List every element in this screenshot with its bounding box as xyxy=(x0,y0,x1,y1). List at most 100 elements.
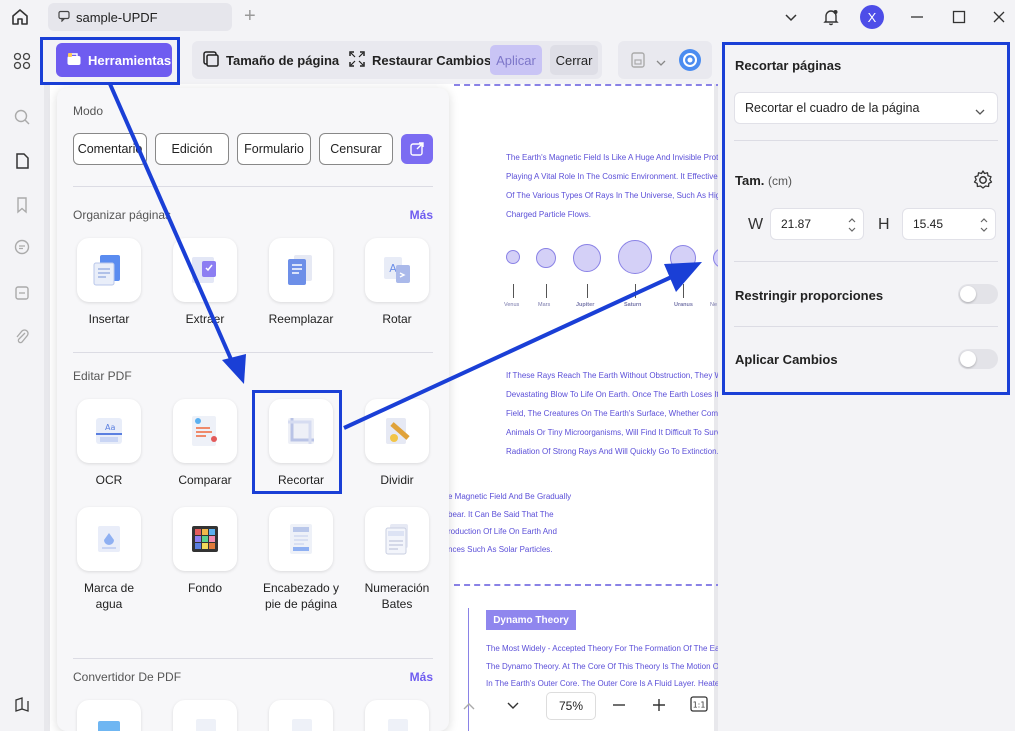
bookmark-icon[interactable] xyxy=(11,194,33,216)
page-size-icon xyxy=(202,50,220,71)
expand-icon xyxy=(348,50,366,71)
close-icon[interactable] xyxy=(988,6,1010,28)
planet-uranus xyxy=(670,245,696,271)
stamp-icon[interactable] xyxy=(11,282,33,304)
chevron-up-icon[interactable] xyxy=(462,699,476,714)
restore-changes-label: Restaurar Cambios xyxy=(372,53,492,68)
mode-edit-button[interactable]: Edición xyxy=(155,133,229,165)
height-label: H xyxy=(878,216,890,233)
new-tab-button[interactable]: + xyxy=(244,6,256,26)
divider xyxy=(73,658,433,659)
restore-changes-button[interactable]: Restaurar Cambios xyxy=(348,50,491,71)
extract-tool[interactable]: Extraer xyxy=(165,238,245,327)
background-icon xyxy=(173,507,237,571)
close-button[interactable]: Cerrar xyxy=(550,45,598,75)
replace-tool[interactable]: Reemplazar xyxy=(261,238,341,327)
spinner-icon xyxy=(848,218,856,232)
chat-icon[interactable] xyxy=(11,236,33,258)
chevron-down-icon[interactable] xyxy=(780,6,802,28)
panel-title: Recortar páginas xyxy=(735,58,842,73)
crop-border-bottom[interactable] xyxy=(454,584,718,586)
convert-more-link[interactable]: Más xyxy=(410,670,433,684)
zoom-in-icon[interactable] xyxy=(652,698,666,715)
restrict-proportions-toggle[interactable] xyxy=(958,284,998,304)
crop-pages-panel: Recortar páginas Recortar el cuadro de l… xyxy=(722,40,1010,395)
bates-numbering-tool[interactable]: Numeración Bates xyxy=(357,507,437,612)
zoom-out-icon[interactable] xyxy=(612,698,626,715)
crop-mode-select[interactable]: Recortar el cuadro de la página xyxy=(734,92,998,124)
bell-icon[interactable] xyxy=(820,6,842,28)
planet-mars xyxy=(536,248,556,268)
planet-label: Jupiter xyxy=(576,302,595,308)
apps-grid-icon[interactable] xyxy=(11,50,33,72)
restrict-proportions-label: Restringir proporciones xyxy=(735,288,884,303)
ai-assistant-icon[interactable] xyxy=(678,48,702,75)
page-size-button[interactable]: Tamaño de página xyxy=(202,50,339,71)
extract-icon xyxy=(173,238,237,302)
planet-tick xyxy=(683,284,684,298)
mode-section-title: Modo xyxy=(73,104,104,118)
watermark-tool[interactable]: Marca de agua xyxy=(69,507,149,612)
crop-tool[interactable]: Recortar xyxy=(261,399,341,488)
home-icon[interactable] xyxy=(10,7,32,27)
height-input[interactable]: 15.45 xyxy=(902,208,996,240)
planet-jupiter xyxy=(573,244,601,272)
planet-tick xyxy=(546,284,547,298)
open-external-button[interactable] xyxy=(401,134,433,164)
divider xyxy=(73,186,433,187)
rotate-tool[interactable]: A Rotar xyxy=(357,238,437,327)
width-label: W xyxy=(748,216,764,233)
extra-tools-group xyxy=(618,41,712,79)
crop-border-top[interactable] xyxy=(454,84,718,86)
planet-tick xyxy=(635,284,636,298)
zoom-level[interactable]: 75% xyxy=(546,692,596,720)
svg-text:1:1: 1:1 xyxy=(693,701,706,710)
split-tool[interactable]: Dividir xyxy=(357,399,437,488)
convert-section-title: Convertidor De PDF xyxy=(73,670,182,684)
save-icon[interactable] xyxy=(630,51,646,72)
maximize-icon[interactable] xyxy=(948,6,970,28)
background-tool[interactable]: Fondo xyxy=(165,507,245,596)
tools-popup: Modo Comentario Edición Formulario Censu… xyxy=(57,88,449,731)
convert-word-tool[interactable] xyxy=(165,700,245,731)
doc-paragraph-2: If These Rays Reach The Earth Without Ob… xyxy=(506,371,718,456)
convert-ppt-tool[interactable] xyxy=(357,700,437,731)
spinner-icon xyxy=(980,218,988,232)
mode-comment-button[interactable]: Comentario xyxy=(73,133,147,165)
apply-button[interactable]: Aplicar xyxy=(490,45,542,75)
planet-label: Mars xyxy=(538,302,551,308)
page-size-label: Tamaño de página xyxy=(226,53,340,68)
user-avatar[interactable]: X xyxy=(860,5,884,29)
tools-button[interactable]: Herramientas xyxy=(56,43,172,77)
crop-actions-group: Tamaño de página Restaurar Cambios Aplic… xyxy=(192,41,602,79)
actual-size-icon[interactable]: 1:1 xyxy=(690,696,708,715)
mode-form-button[interactable]: Formulario xyxy=(237,133,311,165)
bates-icon xyxy=(365,507,429,571)
document-tab[interactable]: sample-UPDF xyxy=(48,3,232,31)
layers-icon[interactable] xyxy=(11,694,33,716)
chevron-down-icon xyxy=(975,105,985,119)
attachment-icon[interactable] xyxy=(11,326,33,348)
word-convert-icon xyxy=(173,700,237,731)
compare-tool[interactable]: Comparar xyxy=(165,399,245,488)
organize-more-link[interactable]: Más xyxy=(410,208,433,222)
minimize-icon[interactable] xyxy=(906,6,928,28)
pages-icon[interactable] xyxy=(11,150,33,172)
section-tag: Dynamo Theory xyxy=(486,610,576,630)
width-input[interactable]: 21.87 xyxy=(770,208,864,240)
chevron-down-icon[interactable] xyxy=(656,55,666,70)
mode-redact-button[interactable]: Censurar xyxy=(319,133,393,165)
convert-excel-tool[interactable] xyxy=(261,700,341,731)
insert-tool[interactable]: Insertar xyxy=(69,238,149,327)
comment-icon xyxy=(58,10,70,25)
search-icon[interactable] xyxy=(11,106,33,128)
gear-icon[interactable] xyxy=(972,169,994,194)
apply-changes-toggle[interactable] xyxy=(958,349,998,369)
ocr-tool[interactable]: Aa OCR xyxy=(69,399,149,488)
divider xyxy=(734,140,998,141)
convert-image-tool[interactable] xyxy=(69,700,149,731)
doc-paragraph-3: e Magnetic Field And Be Gradually bear. … xyxy=(448,492,572,554)
header-footer-tool[interactable]: Encabezado y pie de página xyxy=(261,507,341,612)
chevron-down-icon[interactable] xyxy=(506,699,520,714)
tools-label: Herramientas xyxy=(88,52,172,68)
